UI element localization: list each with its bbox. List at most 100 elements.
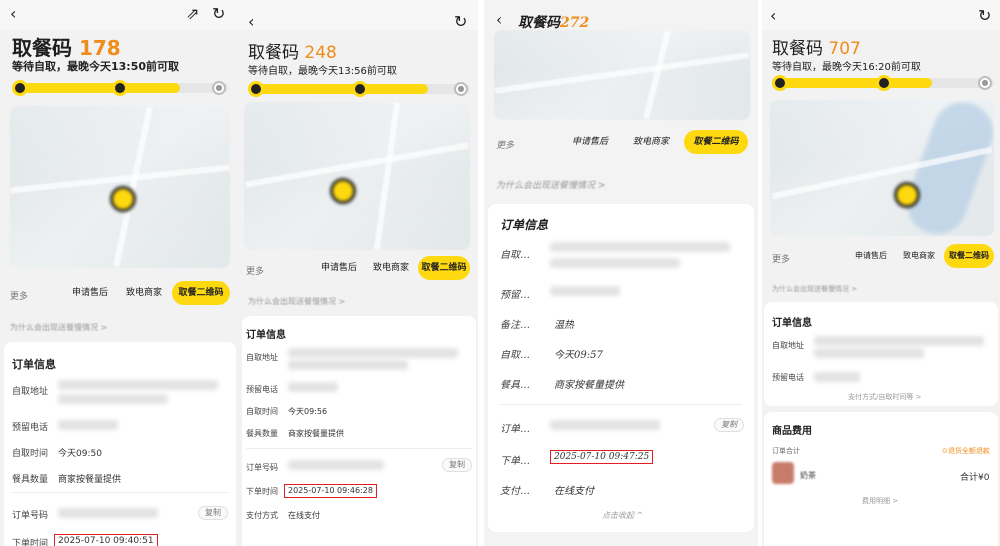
after-sale-button[interactable]: 申请售后: [848, 244, 894, 268]
phone-label: 预留电话: [772, 373, 804, 382]
delay-tip[interactable]: 为什么会出现送餐慢情况 >: [248, 296, 345, 307]
product-total: 合计¥0: [960, 473, 990, 483]
call-merchant-button[interactable]: 致电商家: [622, 130, 680, 154]
store-map-marker: [894, 182, 920, 208]
top-bar: [762, 0, 1000, 30]
map-view[interactable]: [494, 30, 750, 120]
phone-value: [288, 382, 338, 392]
remark-label: 备注…: [500, 320, 530, 331]
product-name: 奶茶: [800, 471, 816, 480]
progress-track: ●: [248, 81, 470, 97]
store-map-marker: [330, 178, 356, 204]
pickup-status: 等待自取，最晚今天13:56前可取: [248, 66, 397, 77]
refresh-icon[interactable]: ↻: [978, 8, 991, 24]
pickup-address-value-line2: [550, 258, 680, 268]
copy-button[interactable]: 复制: [714, 418, 744, 432]
tableware-value: 商家按餐量提供: [288, 429, 344, 438]
pickup-address-value: [814, 336, 984, 346]
order-info-title: 订单信息: [246, 330, 286, 341]
back-icon[interactable]: ‹: [770, 8, 776, 24]
pickup-address-value-line2: [814, 348, 924, 358]
payment-method-label: 支付方式: [246, 511, 278, 520]
pickup-address-value: [288, 348, 458, 358]
pickup-status: 等待自取，最晚今天13:50前可取: [12, 60, 180, 73]
pickup-time-value: 今天09:50: [58, 449, 102, 459]
copy-button[interactable]: 复制: [442, 458, 472, 472]
after-sale-button[interactable]: 申请售后: [62, 281, 118, 305]
back-icon[interactable]: ‹: [248, 14, 254, 30]
fee-detail-link[interactable]: 费用明细 >: [862, 496, 898, 506]
tableware-label: 餐具数量: [12, 475, 49, 485]
share-icon[interactable]: ⇗: [186, 6, 199, 22]
cooking-icon: [876, 75, 892, 91]
back-icon[interactable]: ‹: [10, 6, 16, 22]
support-link[interactable]: 支付方式/自取时间等 >: [848, 392, 921, 402]
store-icon: [248, 81, 264, 97]
payment-method-value: 在线支付: [288, 511, 320, 520]
progress-track: ●: [12, 80, 228, 96]
action-row: 更多 申请售后 致电商家 取餐二维码: [0, 281, 240, 309]
more-button[interactable]: 更多: [496, 138, 514, 151]
pickup-address-value-line2: [58, 394, 168, 404]
call-merchant-button[interactable]: 致电商家: [896, 244, 942, 268]
phone-value: [58, 420, 118, 430]
order-info-card: 订单信息 自取地址 预留电话 自取时间 今天09:50 餐具数量 商家按餐量提供…: [4, 342, 236, 546]
pickup-qr-button[interactable]: 取餐二维码: [172, 281, 230, 305]
order-info-title: 订单信息: [500, 218, 549, 232]
order-time-value: 2025-07-10 09:40:51: [54, 534, 158, 546]
more-button[interactable]: 更多: [246, 264, 264, 277]
action-row: 更多 申请售后 致电商家 取餐二维码: [762, 244, 1000, 272]
pickup-qr-button[interactable]: 取餐二维码: [684, 130, 748, 154]
divider: [246, 448, 472, 449]
divider: [500, 404, 742, 405]
order-time-label: 下单时间: [246, 487, 278, 496]
order-time-label: 下单…: [500, 456, 530, 467]
delay-tip[interactable]: 为什么会出现送餐慢情况 >: [10, 322, 107, 333]
progress-track: ●: [772, 75, 994, 91]
pickup-qr-button[interactable]: 取餐二维码: [944, 244, 994, 268]
delay-tip[interactable]: 为什么会出现送餐慢情况 >: [496, 178, 605, 191]
screenshot-panel-2: ‹ ↻ 取餐码 248 等待自取，最晚今天13:56前可取 ● 更多 申请售后 …: [240, 0, 478, 546]
more-button[interactable]: 更多: [772, 252, 790, 265]
phone-label: 预留电话: [12, 423, 49, 433]
order-info-card: 订单信息 自取地址 预留电话 支付方式/自取时间等 >: [764, 302, 998, 406]
pickup-time-value: 今天09:56: [288, 407, 328, 416]
store-icon: [12, 80, 28, 96]
pickup-address-label: 自取地址: [246, 353, 278, 362]
tableware-value: 商家按餐量提供: [554, 380, 624, 391]
delay-tip[interactable]: 为什么会出现送餐慢情况 >: [772, 284, 857, 294]
more-button[interactable]: 更多: [10, 289, 28, 302]
copy-button[interactable]: 复制: [198, 506, 228, 520]
after-sale-button[interactable]: 申请售后: [560, 130, 620, 154]
pickup-time-label: 自取时间: [246, 407, 278, 416]
map-view[interactable]: [10, 106, 230, 268]
order-number-value: [550, 420, 660, 430]
call-merchant-button[interactable]: 致电商家: [366, 256, 416, 280]
phone-value: [814, 372, 860, 382]
pickup-code-title: 取餐码272: [518, 15, 590, 31]
pickup-time-label: 自取…: [500, 350, 530, 361]
after-sale-button[interactable]: 申请售后: [314, 256, 364, 280]
pickup-qr-button[interactable]: 取餐二维码: [418, 256, 470, 280]
pickup-code: 178: [78, 36, 121, 60]
pickup-address-label: 自取地址: [12, 387, 49, 397]
order-info-card: 订单信息 自取地址 预留电话 自取时间 今天09:56 餐具数量 商家按餐量提供…: [242, 316, 476, 546]
collapse-link[interactable]: 点击收起 ^: [602, 510, 643, 521]
screenshot-panel-3: ‹ 取餐码272 更多 申请售后 致电商家 取餐二维码 为什么会出现送餐慢情况 …: [484, 0, 758, 546]
location-pin-icon: ●: [978, 76, 992, 90]
action-row: 更多 申请售后 致电商家 取餐二维码: [240, 256, 478, 284]
progress-fill: [12, 83, 181, 93]
map-view[interactable]: [770, 100, 994, 236]
progress-fill: [772, 78, 932, 88]
pickup-code: 707: [828, 39, 861, 59]
refresh-icon[interactable]: ↻: [454, 14, 467, 30]
map-view[interactable]: [244, 102, 470, 250]
pickup-code-title: 取餐码 707: [772, 39, 861, 59]
back-icon[interactable]: ‹: [496, 12, 502, 28]
call-merchant-button[interactable]: 致电商家: [116, 281, 172, 305]
pickup-status: 等待自取，最晚今天16:20前可取: [772, 62, 921, 73]
pickup-address-value: [58, 380, 218, 390]
fee-card: 商品费用 订单合计 ⊙退货全额退款 奶茶 合计¥0 费用明细 >: [764, 412, 998, 546]
refresh-icon[interactable]: ↻: [212, 6, 225, 22]
order-number-value: [288, 460, 384, 470]
